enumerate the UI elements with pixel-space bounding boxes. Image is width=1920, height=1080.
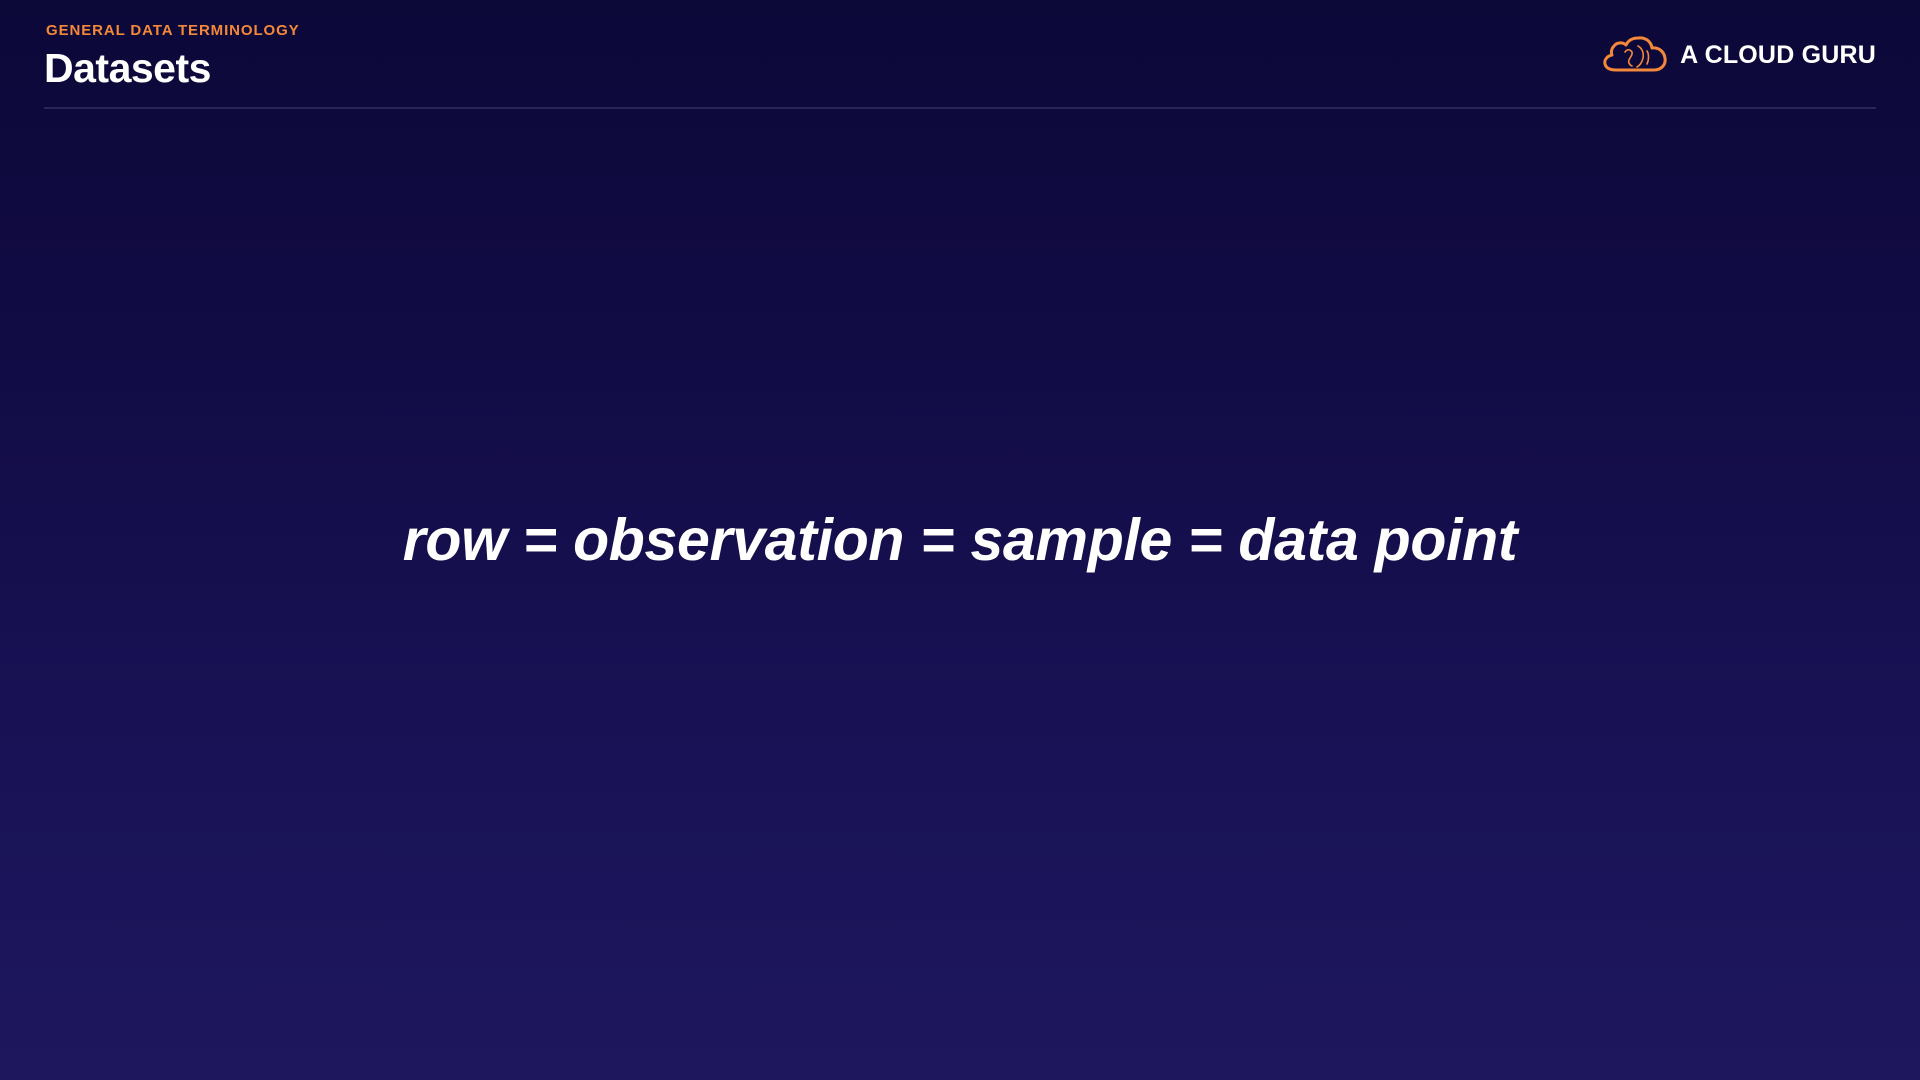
cloud-logo-icon — [1603, 36, 1667, 72]
section-eyebrow: GENERAL DATA TERMINOLOGY — [46, 22, 300, 39]
header-divider — [44, 107, 1876, 109]
slide-header: GENERAL DATA TERMINOLOGY Datasets — [44, 20, 300, 92]
slide-title: Datasets — [44, 45, 211, 91]
brand-name: A CLOUD GURU — [1680, 41, 1876, 69]
brand-logo: A CLOUD GURU — [1602, 32, 1876, 78]
terminology-statement: row = observation = sample = data point — [402, 507, 1518, 573]
